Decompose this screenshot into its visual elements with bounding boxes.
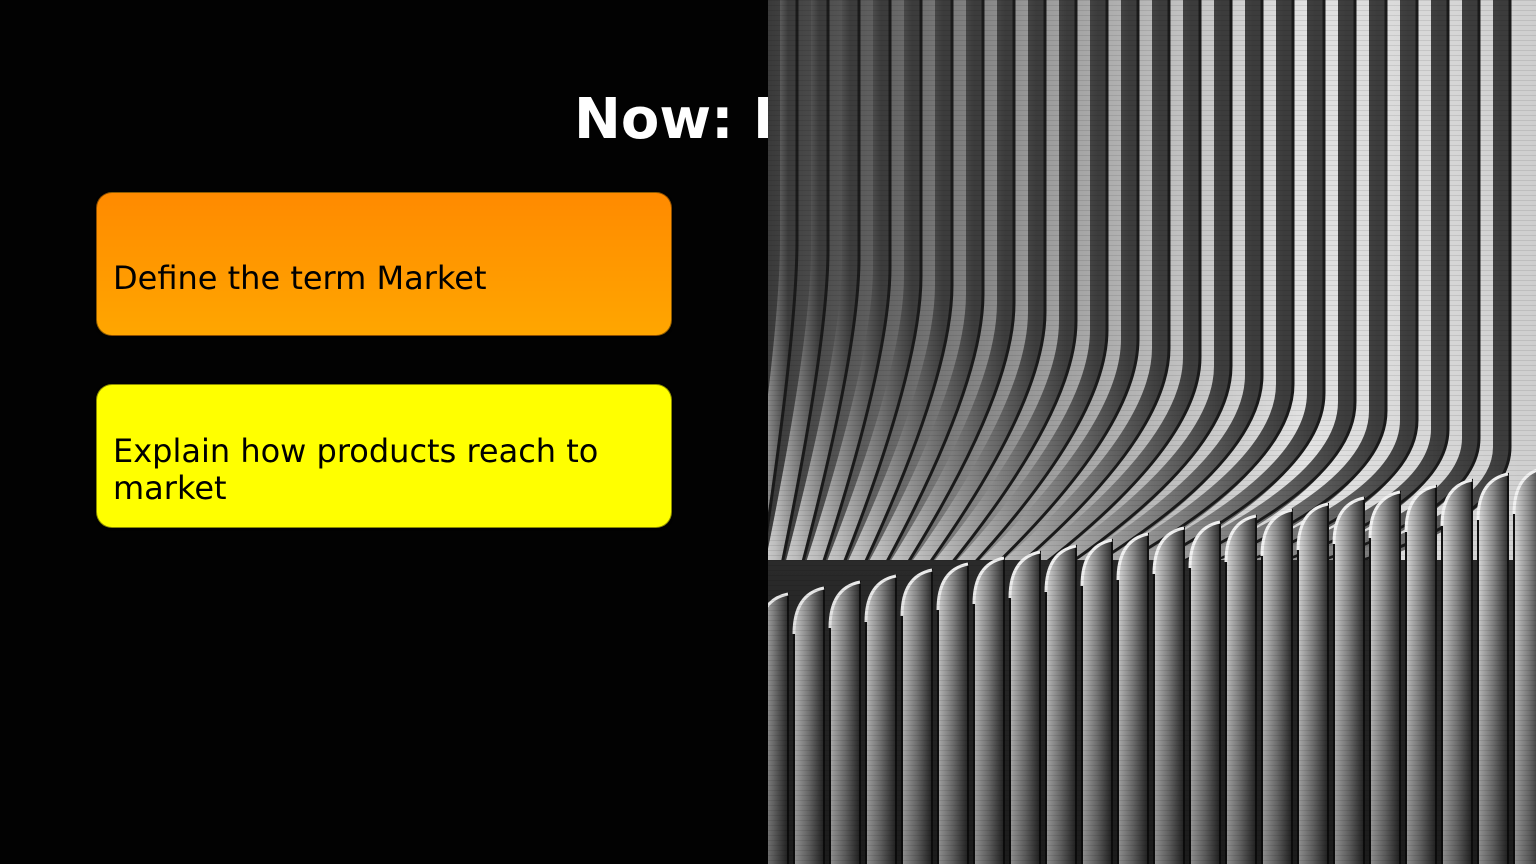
objective-card-define-market[interactable]: Define the term Market <box>96 192 672 336</box>
objective-card-products-reach-market[interactable]: Explain how products reach to market <box>96 384 672 528</box>
slide: Now: L Define the term Market Explain ho… <box>0 0 1536 864</box>
objective-text: Define the term Market <box>113 258 487 297</box>
architecture-photo-graphic <box>768 0 1536 864</box>
slide-title: Now: L <box>574 87 789 152</box>
architecture-photo <box>768 0 1536 864</box>
objective-text: Explain how products reach to market <box>113 432 599 507</box>
